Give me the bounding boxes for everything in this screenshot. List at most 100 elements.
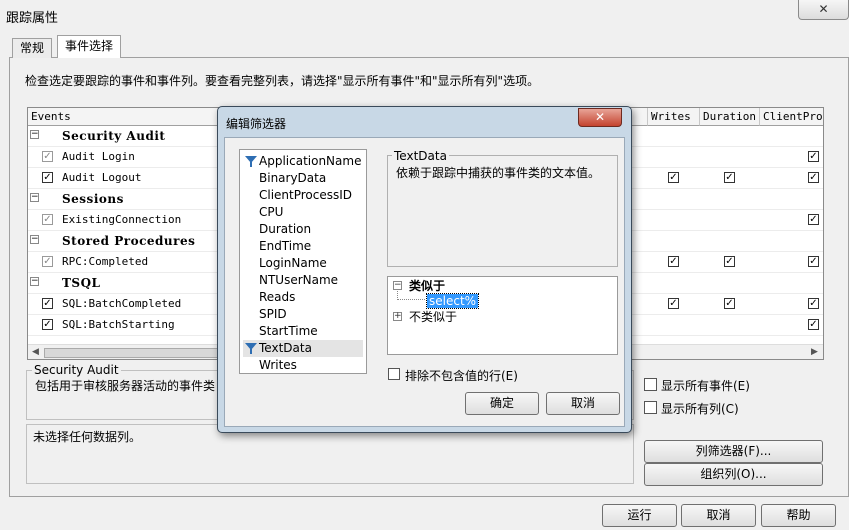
event-group-label: TSQL [62,276,101,290]
edit-filter-dialog: 编辑筛选器 ✕ ApplicationName BinaryData ClientP… [217,106,632,433]
writes-checkbox[interactable]: ✓ [668,298,679,309]
event-label: ExistingConnection [62,213,182,226]
dialog-title: 编辑筛选器 [226,117,287,131]
event-label: SQL:BatchStarting [62,318,175,331]
cancel-button[interactable]: 取消 [681,504,756,527]
column-header-clientproc[interactable]: ClientProc [760,108,823,126]
description-legend: Security Audit [32,363,121,377]
filter-column-label: Writes [259,358,297,372]
not-like-node[interactable]: 不类似于 [409,308,457,325]
column-info-label: TextData [392,149,449,163]
filter-column-item[interactable]: Reads [243,289,363,306]
filter-column-label: StartTime [259,324,318,338]
expand-icon[interactable]: + [393,312,402,321]
tab-events-selection[interactable]: 事件选择 [57,35,121,58]
tree-connector [397,291,425,300]
collapse-icon[interactable]: − [30,277,39,286]
duration-checkbox[interactable]: ✓ [724,172,735,183]
filter-funnel-icon [245,343,257,354]
filter-column-item[interactable]: LoginName [243,255,363,272]
clientproc-checkbox[interactable]: ✓ [808,214,819,225]
filter-column-label: BinaryData [259,171,327,185]
exclude-null-label[interactable]: 排除不包含值的行(E) [405,367,518,384]
column-header-duration[interactable]: Duration [700,108,760,126]
event-checkbox[interactable]: ✓ [42,319,53,330]
column-header-writes[interactable]: Writes [648,108,700,126]
event-group-label: Stored Procedures [62,234,196,248]
collapse-icon[interactable]: − [30,235,39,244]
filter-column-label: Duration [259,222,312,236]
filter-column-item[interactable]: SPID [243,306,363,323]
writes-checkbox[interactable]: ✓ [668,172,679,183]
show-all-events-label[interactable]: 显示所有事件(E) [661,377,750,394]
collapse-icon[interactable]: − [30,193,39,202]
filter-column-list[interactable]: ApplicationName BinaryData ClientProcessID… [239,149,367,374]
collapse-icon[interactable]: − [393,281,402,290]
show-all-columns-label[interactable]: 显示所有列(C) [661,400,739,417]
writes-checkbox[interactable]: ✓ [668,256,679,267]
filter-column-label: EndTime [259,239,312,253]
filter-column-item[interactable]: BinaryData [243,170,363,187]
filter-column-item[interactable]: Writes [243,357,363,374]
exclude-null-checkbox[interactable] [388,368,400,380]
window-close-button[interactable]: ✕ [798,0,849,20]
organize-columns-button[interactable]: 组织列(O)... [644,463,823,486]
event-group-label: Security Audit [62,129,166,143]
like-value-node[interactable]: select% [425,293,480,309]
filter-funnel-icon [245,156,257,167]
filter-column-label: ClientProcessID [259,188,353,202]
column-info-text: 依赖于跟踪中捕获的事件类的文本值。 [396,166,601,180]
event-checkbox[interactable]: ✓ [42,151,53,162]
filter-column-label: LoginName [259,256,327,270]
event-checkbox[interactable]: ✓ [42,172,53,183]
window-title: 跟踪属性 [6,11,59,26]
filter-criteria-tree[interactable]: − 类似于 select% + 不类似于 [387,276,618,355]
column-filter-button[interactable]: 列筛选器(F)... [644,440,823,463]
filter-column-item[interactable]: CPU [243,204,363,221]
instructions-text: 检查选定要跟踪的事件和事件列。要查看完整列表，请选择"显示所有事件"和"显示所有… [25,74,540,88]
filter-column-item[interactable]: NTUserName [243,272,363,289]
dialog-body: ApplicationName BinaryData ClientProcessID… [224,137,625,427]
event-checkbox[interactable]: ✓ [42,256,53,267]
event-group-label: Sessions [62,192,124,206]
filter-column-item[interactable]: ApplicationName [243,153,363,170]
event-checkbox[interactable]: ✓ [42,298,53,309]
filter-column-item[interactable]: EndTime [243,238,363,255]
clientproc-checkbox[interactable]: ✓ [808,319,819,330]
show-all-columns-checkbox[interactable] [644,401,657,414]
filter-column-item[interactable]: TextData [243,340,363,357]
clientproc-checkbox[interactable]: ✓ [808,298,819,309]
duration-checkbox[interactable]: ✓ [724,256,735,267]
run-button[interactable]: 运行 [602,504,677,527]
ok-button[interactable]: 确定 [465,392,539,415]
show-all-events-checkbox[interactable] [644,378,657,391]
clientproc-checkbox[interactable]: ✓ [808,151,819,162]
filter-column-label: ApplicationName [259,154,362,168]
filter-column-label: Reads [259,290,296,304]
dialog-cancel-button[interactable]: 取消 [546,392,620,415]
event-label: Audit Logout [62,171,142,184]
duration-checkbox[interactable]: ✓ [724,298,735,309]
filter-column-item[interactable]: ClientProcessID [243,187,363,204]
event-label: SQL:BatchCompleted [62,297,182,310]
filter-column-label: SPID [259,307,287,321]
description-text: 包括用于审核服务器活动的事件类 [35,379,216,393]
trace-properties-window: 跟踪属性 ✕ 常规 事件选择 检查选定要跟踪的事件和事件列。要查看完整列表，请选… [0,0,849,530]
title-bar: 跟踪属性 [0,0,849,28]
collapse-icon[interactable]: − [30,130,39,139]
scroll-left-icon[interactable]: ◀ [32,347,39,357]
help-button[interactable]: 帮助 [761,504,836,527]
scroll-right-icon[interactable]: ▶ [811,347,818,357]
filter-column-item[interactable]: StartTime [243,323,363,340]
dialog-close-button[interactable]: ✕ [578,108,622,127]
event-checkbox[interactable]: ✓ [42,214,53,225]
clientproc-checkbox[interactable]: ✓ [808,256,819,267]
filter-column-item[interactable]: Duration [243,221,363,238]
filter-column-label: TextData [259,341,312,355]
no-data-columns-text: 未选择任何数据列。 [33,430,142,444]
event-label: RPC:Completed [62,255,149,268]
clientproc-checkbox[interactable]: ✓ [808,172,819,183]
filter-column-label: CPU [259,205,284,219]
event-label: Audit Login [62,150,135,163]
tab-general[interactable]: 常规 [12,38,52,58]
